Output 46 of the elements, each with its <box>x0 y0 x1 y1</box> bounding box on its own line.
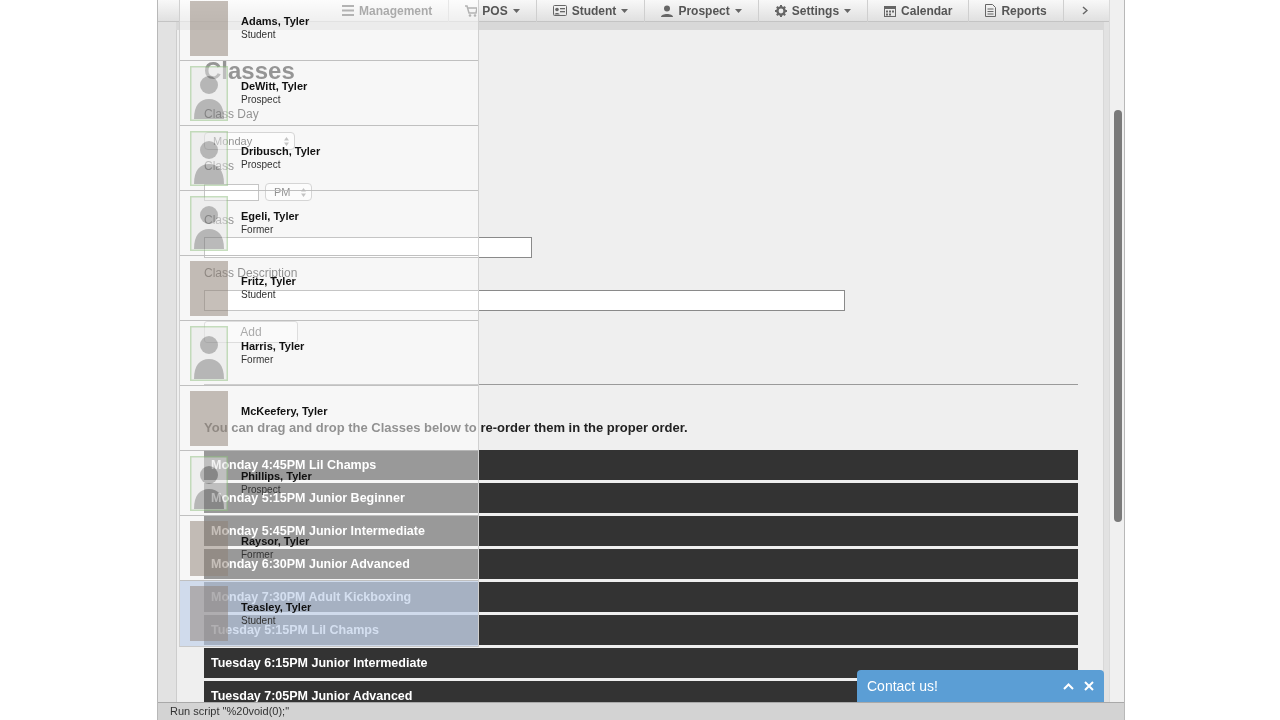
person-status: Former <box>241 223 274 236</box>
settings-icon <box>774 4 787 17</box>
up-down-arrows-icon <box>284 136 289 146</box>
person-name[interactable]: McKeefery, Tyler <box>241 405 328 418</box>
calendar-icon <box>884 4 897 17</box>
nav-link[interactable]: Prospect <box>645 0 759 22</box>
person-name[interactable]: Phillips, Tyler <box>241 470 312 483</box>
person-name[interactable]: DeWitt, Tyler <box>241 80 308 93</box>
person-name[interactable]: Harris, Tyler <box>241 340 305 353</box>
nav-link[interactable]: Reports <box>969 0 1064 22</box>
time-input-field[interactable] <box>204 183 259 201</box>
document-icon <box>985 4 997 17</box>
person-status: Prospect <box>241 93 281 106</box>
id-card-icon <box>552 5 567 16</box>
cart-icon <box>465 4 478 17</box>
name-input-field[interactable] <box>204 237 532 258</box>
chevron-up-icon[interactable] <box>1063 682 1074 690</box>
person-silhouette-icon <box>190 325 228 381</box>
description-input-field[interactable] <box>204 290 845 311</box>
person-status: Prospect <box>241 158 281 171</box>
person-status: Student <box>241 288 276 301</box>
status-bar-text: Run script "%20void(0);" <box>170 704 290 719</box>
person-icon <box>661 4 674 17</box>
up-down-arrows-icon <box>301 187 306 197</box>
photo-placeholder <box>190 0 228 56</box>
close-icon[interactable] <box>1084 681 1094 691</box>
person-status: Student <box>241 28 276 41</box>
list-icon <box>342 5 354 16</box>
person-status: Student <box>241 613 276 626</box>
scrollbar-thumb[interactable] <box>1114 110 1122 522</box>
field-label: Class <box>204 158 234 174</box>
person-name[interactable]: Egeli, Tyler <box>241 210 299 223</box>
scrollbar-track[interactable] <box>1109 0 1124 702</box>
nav-link[interactable]: POS <box>449 0 537 22</box>
nav-link[interactable]: Settings <box>758 0 869 22</box>
person-status: Prospect <box>241 483 281 495</box>
nav-link[interactable]: Calendar <box>868 0 970 22</box>
photo-placeholder <box>190 390 228 446</box>
person-status: Former <box>241 353 274 366</box>
field-label: Class <box>204 212 234 228</box>
class-row[interactable]: Tuesday 6:15PM Junior Intermediate <box>204 648 1078 678</box>
person-name[interactable]: Adams, Tyler <box>241 15 310 28</box>
person-name[interactable]: Teasley, Tyler <box>241 600 312 614</box>
contact-toast-title: Contact us! <box>867 676 939 696</box>
nav-link[interactable]: Student <box>536 0 646 22</box>
chevron-right-icon[interactable] <box>1081 6 1088 15</box>
